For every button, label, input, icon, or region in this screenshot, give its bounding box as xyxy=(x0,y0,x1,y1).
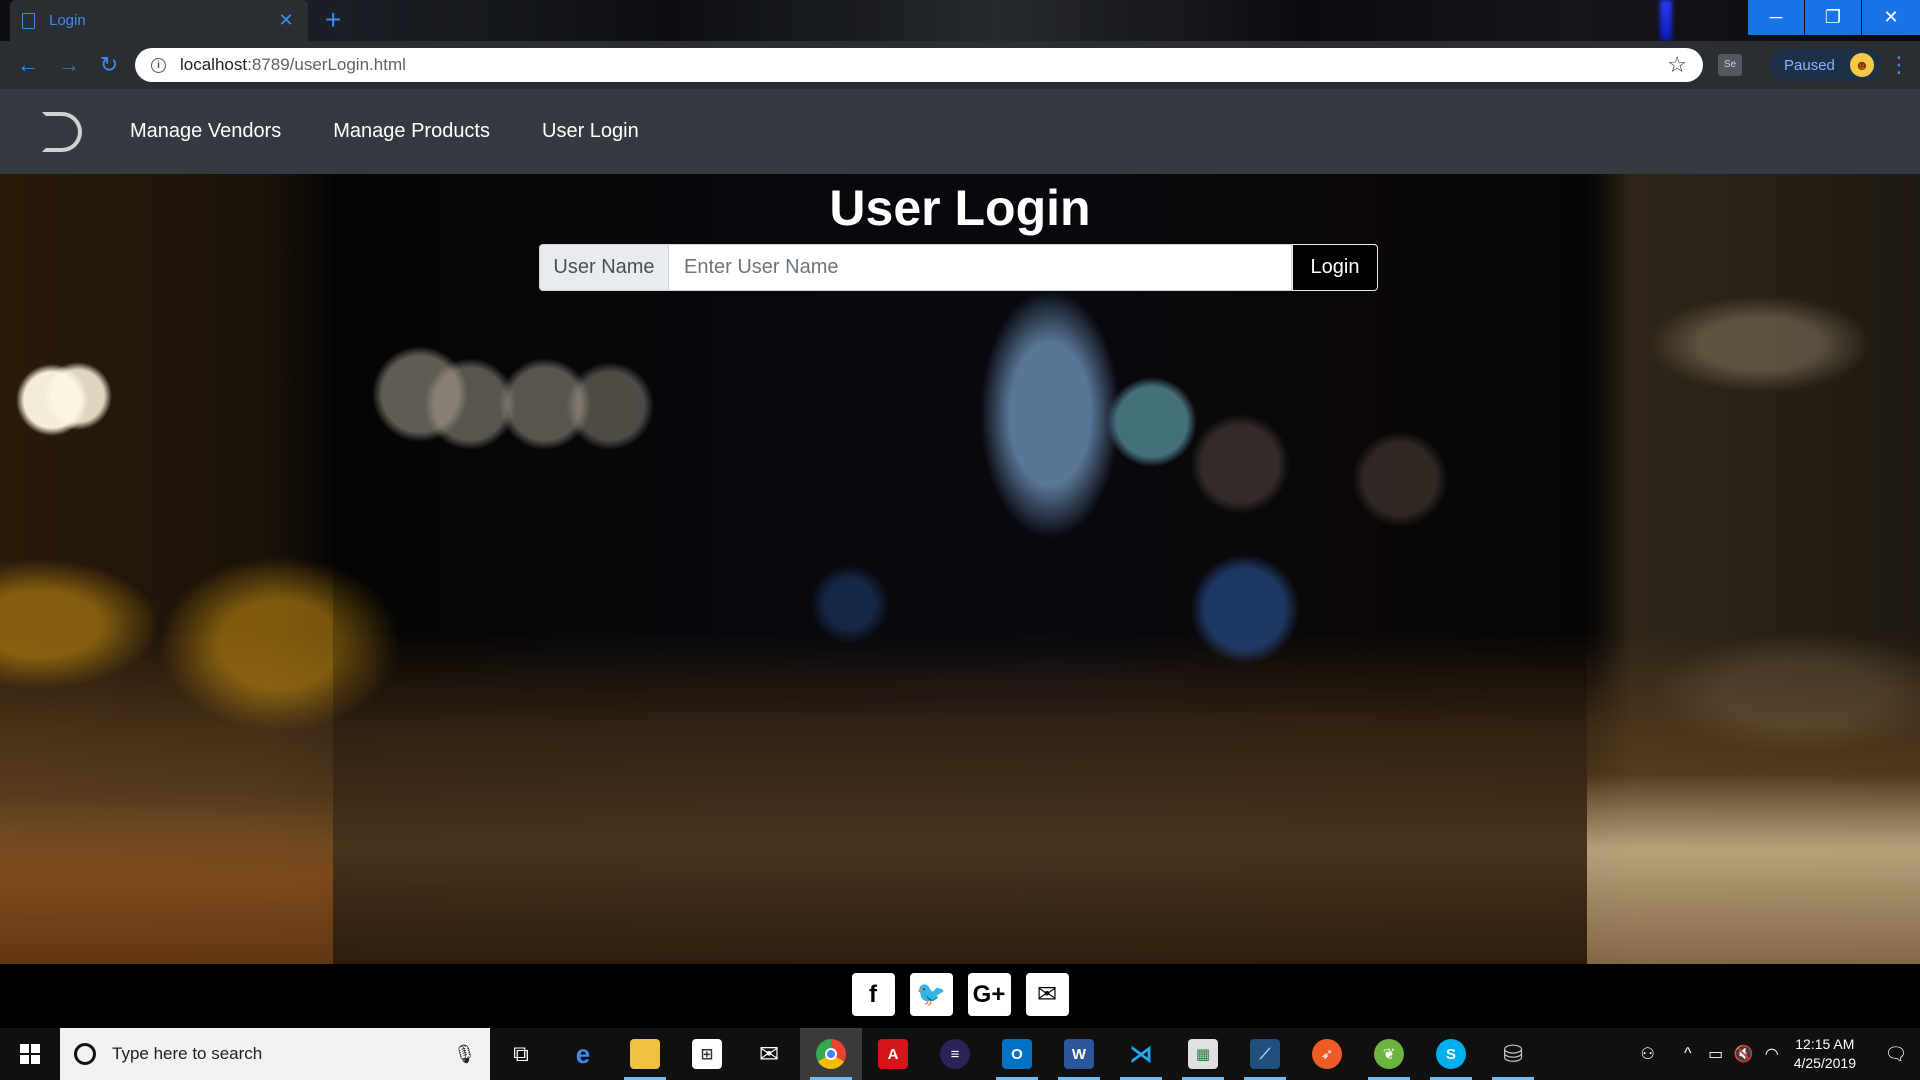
profile-avatar-icon: ☻ xyxy=(1850,53,1874,77)
login-button[interactable]: Login xyxy=(1292,244,1378,291)
battery-icon[interactable]: ▭ xyxy=(1702,1044,1730,1064)
minimize-button[interactable]: ─ xyxy=(1748,0,1804,35)
page-icon xyxy=(22,12,35,29)
cortana-icon xyxy=(74,1043,96,1065)
start-button[interactable] xyxy=(0,1028,60,1080)
user-name-label: User Name xyxy=(539,244,669,291)
vscode-icon[interactable]: ⋊ xyxy=(1110,1028,1172,1080)
site-info-icon[interactable]: i xyxy=(151,57,166,73)
spring-tool-icon[interactable]: ❦ xyxy=(1358,1028,1420,1080)
skype-icon[interactable]: S xyxy=(1420,1028,1482,1080)
wifi-icon[interactable]: ◠ xyxy=(1758,1044,1786,1064)
wallpaper-streak xyxy=(1660,0,1672,41)
app-window-icon[interactable]: ▦ xyxy=(1172,1028,1234,1080)
task-view-icon[interactable]: ⧉ xyxy=(490,1028,552,1080)
user-name-input[interactable] xyxy=(669,244,1292,291)
nav-link-manage-vendors[interactable]: Manage Vendors xyxy=(130,120,281,143)
google-plus-icon[interactable]: G+ xyxy=(967,973,1011,1016)
address-bar[interactable]: i localhost:8789/userLogin.html ☆ xyxy=(135,48,1703,82)
clock-date: 4/25/2019 xyxy=(1793,1055,1856,1071)
mail-icon[interactable]: ✉ xyxy=(738,1028,800,1080)
forward-arrow-icon[interactable]: → xyxy=(55,51,83,79)
new-tab-button[interactable]: + xyxy=(325,6,341,34)
back-arrow-icon[interactable]: ← xyxy=(14,51,42,79)
notification-icon[interactable]: 🗨 xyxy=(1872,1028,1920,1080)
site-navbar: Manage Vendors Manage Products User Logi… xyxy=(0,89,1920,174)
browser-tab-login[interactable]: Login ✕ xyxy=(10,0,308,41)
file-explorer-icon[interactable] xyxy=(614,1028,676,1080)
outlook-icon[interactable]: O xyxy=(986,1028,1048,1080)
store-icon[interactable]: ⊞ xyxy=(676,1028,738,1080)
close-window-button[interactable]: ✕ xyxy=(1862,0,1920,35)
url-text[interactable]: localhost:8789/userLogin.html xyxy=(180,55,1667,75)
page-title: User Login xyxy=(829,180,1091,236)
footer: f 🐦 G+ ✉ xyxy=(0,964,1920,1025)
twitter-icon[interactable]: 🐦 xyxy=(909,973,953,1016)
mysql-workbench-icon[interactable]: ⟋ xyxy=(1234,1028,1296,1080)
browser-tab-strip: Login ✕ + ─ ❐ ✕ xyxy=(0,0,1920,41)
edge-icon[interactable]: e xyxy=(552,1028,614,1080)
background-image xyxy=(0,174,1920,964)
windows-logo-icon xyxy=(20,1044,40,1064)
maximize-button[interactable]: ❐ xyxy=(1805,0,1861,35)
database-icon[interactable]: ⛁ xyxy=(1482,1028,1544,1080)
web-page: Manage Vendors Manage Products User Logi… xyxy=(0,89,1920,1025)
extension-icon[interactable]: Se xyxy=(1718,54,1742,76)
word-icon[interactable]: W xyxy=(1048,1028,1110,1080)
browser-menu-icon[interactable]: ⋮ xyxy=(1888,53,1910,77)
volume-muted-icon[interactable]: 🔇 xyxy=(1730,1044,1758,1064)
reload-icon[interactable]: ↻ xyxy=(95,51,123,79)
bookmark-star-icon[interactable]: ☆ xyxy=(1667,52,1687,78)
eclipse-icon[interactable]: ≡ xyxy=(924,1028,986,1080)
login-form: User Name Login xyxy=(539,244,1378,291)
clock[interactable]: 12:15 AM 4/25/2019 xyxy=(1794,1035,1856,1073)
profile-paused-button[interactable]: Paused ☻ xyxy=(1770,49,1882,81)
taskbar-search-placeholder: Type here to search xyxy=(112,1044,263,1063)
clock-time: 12:15 AM xyxy=(1795,1036,1855,1052)
system-tray: ⚇ ^ ▭ 🔇 ◠ 12:15 AM 4/25/2019 🗨 xyxy=(1634,1028,1920,1080)
microphone-icon[interactable]: 🎙 xyxy=(453,1044,476,1065)
chevron-up-icon[interactable]: ^ xyxy=(1674,1045,1702,1063)
brand-logo-icon[interactable] xyxy=(42,111,82,152)
acrobat-icon[interactable]: A xyxy=(862,1028,924,1080)
email-icon[interactable]: ✉ xyxy=(1025,973,1069,1016)
taskbar-search-box[interactable]: Type here to search 🎙 xyxy=(60,1028,490,1080)
people-icon[interactable]: ⚇ xyxy=(1634,1044,1662,1064)
tab-close-icon[interactable]: ✕ xyxy=(276,10,296,31)
chrome-icon[interactable] xyxy=(800,1028,862,1080)
nav-link-manage-products[interactable]: Manage Products xyxy=(333,120,490,143)
nav-link-user-login[interactable]: User Login xyxy=(542,120,639,143)
postman-icon[interactable]: ➶ xyxy=(1296,1028,1358,1080)
tab-title: Login xyxy=(49,12,86,29)
taskbar: Type here to search 🎙 ⧉ e ⊞ ✉ A ≡ O W ⋊ … xyxy=(0,1028,1920,1080)
facebook-icon[interactable]: f xyxy=(851,973,895,1016)
browser-toolbar: ← → ↻ i localhost:8789/userLogin.html ☆ … xyxy=(0,41,1920,89)
